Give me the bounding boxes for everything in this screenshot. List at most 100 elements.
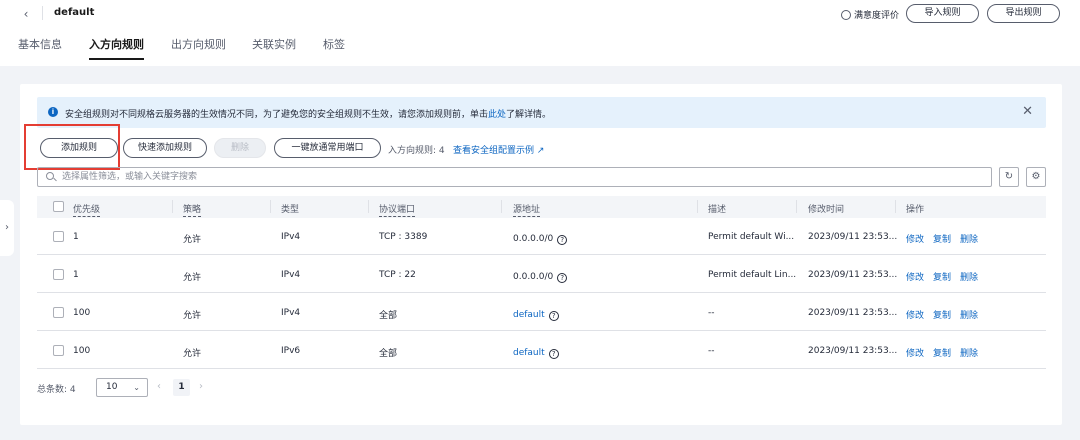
delete-link[interactable]: 删除 — [960, 232, 978, 245]
alert-text: 安全组规则对不同规格云服务器的生效情况不同，为了避免您的安全组规则不生效，请您添… — [65, 107, 551, 120]
copy-link[interactable]: 复制 — [933, 232, 951, 245]
column-divider — [172, 200, 173, 213]
config-example-label: 查看安全组配置示例 — [453, 146, 535, 156]
source-address: 0.0.0.0/0 — [513, 272, 554, 282]
help-icon[interactable]: ? — [557, 235, 568, 245]
total-count: 总条数: 4 — [37, 385, 76, 395]
alert-link[interactable]: 此处 — [488, 110, 506, 120]
policy: 允许 — [183, 235, 202, 245]
row-checkbox[interactable] — [53, 307, 64, 318]
expand-sidebar-handle[interactable]: › — [0, 200, 14, 256]
help-icon[interactable]: ? — [548, 349, 559, 359]
export-rules-button[interactable]: 导出规则 — [987, 4, 1060, 23]
modified-time: 2023/09/11 23:53... — [808, 232, 898, 242]
col-description: 描述 — [708, 205, 727, 215]
col-protocol-port[interactable]: 协议端口 — [379, 202, 416, 217]
type: IPv6 — [281, 346, 301, 356]
priority: 1 — [73, 270, 79, 280]
external-link-icon: ↗ — [536, 146, 545, 156]
next-page-icon[interactable]: › — [199, 381, 203, 392]
delete-button[interactable]: 删除 — [214, 138, 266, 158]
chevron-down-icon: ⌄ — [133, 383, 140, 392]
copy-link[interactable]: 复制 — [933, 270, 951, 283]
search-input[interactable] — [62, 170, 962, 184]
satisfaction-link[interactable]: 满意度评价 — [841, 8, 899, 21]
priority: 1 — [73, 232, 79, 242]
table-row: 1 允许 IPv4 TCP : 3389 0.0.0.0/0? Permit d… — [37, 218, 1046, 255]
tab-basic-info[interactable]: 基本信息 — [18, 36, 62, 60]
modify-link[interactable]: 修改 — [906, 270, 924, 283]
col-policy[interactable]: 策略 — [183, 202, 202, 217]
tab-associated-instances[interactable]: 关联实例 — [252, 36, 296, 60]
protocol-port: 全部 — [379, 349, 398, 359]
modified-time: 2023/09/11 23:53... — [808, 308, 898, 318]
tab-bar: 基本信息 入方向规则 出方向规则 关联实例 标签 — [0, 36, 1080, 64]
source-link[interactable]: default — [513, 310, 545, 320]
modified-time: 2023/09/11 23:53... — [808, 270, 898, 280]
protocol-port: TCP : 3389 — [379, 232, 428, 242]
help-icon[interactable]: ? — [557, 273, 568, 283]
page-size-select[interactable]: 10 ⌄ — [96, 378, 148, 397]
source-cell: default? — [513, 348, 559, 359]
alert-text-before: 安全组规则对不同规格云服务器的生效情况不同，为了避免您的安全组规则不生效，请您添… — [65, 110, 489, 120]
col-source[interactable]: 源地址 — [513, 202, 541, 217]
refresh-icon[interactable]: ↻ — [999, 167, 1019, 187]
type: IPv4 — [281, 232, 301, 242]
info-alert: i 安全组规则对不同规格云服务器的生效情况不同，为了避免您的安全组规则不生效，请… — [37, 97, 1046, 128]
source-link[interactable]: default — [513, 348, 545, 358]
prev-page-icon[interactable]: ‹ — [157, 381, 161, 392]
import-rules-button[interactable]: 导入规则 — [906, 4, 979, 23]
column-divider — [270, 200, 271, 213]
copy-link[interactable]: 复制 — [933, 308, 951, 321]
quick-add-rule-button[interactable]: 快速添加规则 — [123, 138, 207, 158]
row-checkbox[interactable] — [53, 231, 64, 242]
copy-link[interactable]: 复制 — [933, 346, 951, 359]
open-common-ports-button[interactable]: 一键放通常用端口 — [274, 138, 381, 158]
source-cell: default? — [513, 310, 559, 321]
protocol-port: TCP : 22 — [379, 270, 416, 280]
source-address: 0.0.0.0/0 — [513, 234, 554, 244]
page-number[interactable]: 1 — [173, 379, 190, 396]
modify-link[interactable]: 修改 — [906, 232, 924, 245]
type: IPv4 — [281, 270, 301, 280]
description: -- — [708, 308, 715, 318]
description: Permit default Wi... — [708, 232, 795, 242]
column-divider — [368, 200, 369, 213]
priority: 100 — [73, 346, 91, 356]
search-icon — [46, 172, 54, 180]
add-rule-button[interactable]: 添加规则 — [40, 138, 118, 158]
help-icon[interactable]: ? — [548, 311, 559, 321]
select-all-checkbox[interactable] — [53, 201, 64, 212]
modify-link[interactable]: 修改 — [906, 308, 924, 321]
tab-outbound-rules[interactable]: 出方向规则 — [171, 36, 226, 60]
table-row: 100 允许 IPv4 全部 default? -- 2023/09/11 23… — [37, 294, 1046, 331]
rules-panel: i 安全组规则对不同规格云服务器的生效情况不同，为了避免您的安全组规则不生效，请… — [20, 84, 1062, 425]
search-bar[interactable] — [37, 167, 992, 187]
tab-tags[interactable]: 标签 — [323, 36, 345, 60]
delete-link[interactable]: 删除 — [960, 346, 978, 359]
policy: 允许 — [183, 311, 202, 321]
settings-icon[interactable]: ⚙ — [1026, 167, 1046, 187]
rule-count: 入方向规则: 4 — [388, 146, 445, 156]
row-checkbox[interactable] — [53, 269, 64, 280]
alert-text-after: 了解详情。 — [506, 110, 552, 120]
config-example-link[interactable]: 查看安全组配置示例 ↗ — [453, 143, 544, 156]
close-icon[interactable]: ✕ — [1022, 104, 1033, 119]
policy: 允许 — [183, 349, 202, 359]
row-checkbox[interactable] — [53, 345, 64, 356]
delete-link[interactable]: 删除 — [960, 270, 978, 283]
col-priority[interactable]: 优先级 — [73, 202, 101, 217]
delete-link[interactable]: 删除 — [960, 308, 978, 321]
modify-link[interactable]: 修改 — [906, 346, 924, 359]
tab-inbound-rules[interactable]: 入方向规则 — [89, 36, 144, 60]
modified-time: 2023/09/11 23:53... — [808, 346, 898, 356]
satisfaction-label: 满意度评价 — [854, 11, 900, 21]
type: IPv4 — [281, 308, 301, 318]
pagination: 总条数: 4 10 ⌄ ‹ 1 › — [37, 376, 437, 398]
column-divider — [895, 200, 896, 213]
column-divider — [501, 200, 502, 213]
divider — [42, 6, 43, 20]
chevron-left-icon[interactable]: ‹ — [18, 6, 34, 22]
source-cell: 0.0.0.0/0? — [513, 272, 568, 283]
description: -- — [708, 346, 715, 356]
